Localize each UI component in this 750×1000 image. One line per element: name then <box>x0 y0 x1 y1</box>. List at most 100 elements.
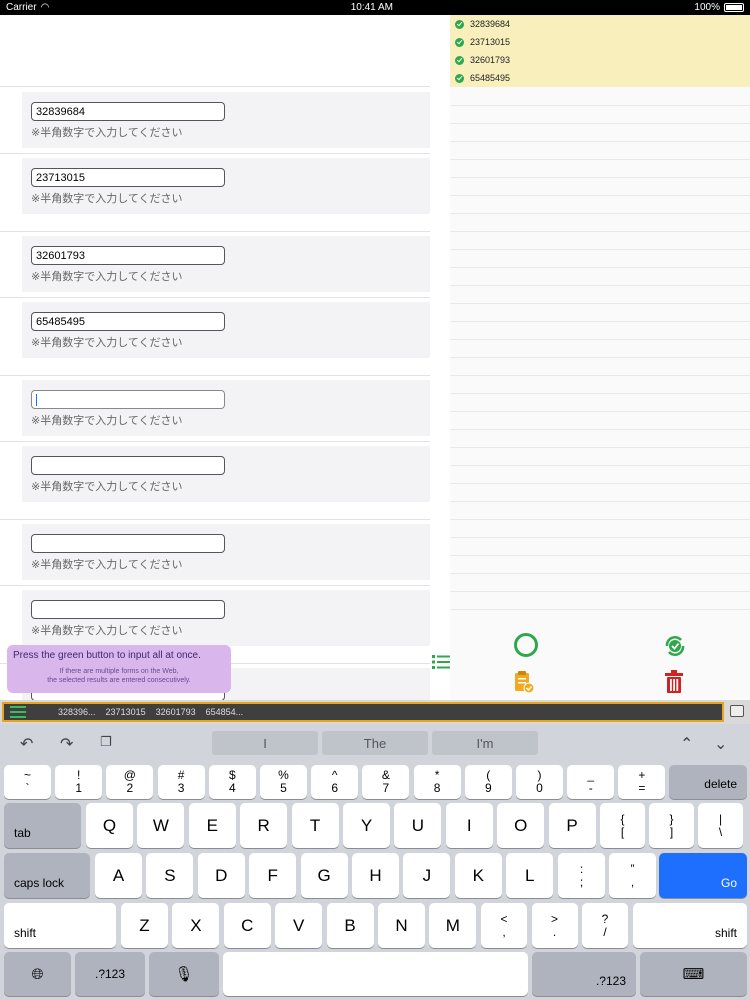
number-key[interactable]: ) 0 <box>516 765 563 799</box>
selected-item[interactable]: 32839684 <box>455 15 510 33</box>
number-input-3[interactable]: 32601793 <box>31 246 225 265</box>
letter-key[interactable]: D <box>197 853 245 898</box>
symbol-key[interactable]: ”, <box>609 853 656 898</box>
suggestion-chip[interactable]: 32601793 <box>156 707 196 717</box>
number-input-4[interactable]: 65485495 <box>31 312 225 331</box>
tab-key[interactable]: tab <box>4 803 81 848</box>
list-row-line <box>450 123 750 124</box>
go-key[interactable]: Go <box>659 853 747 898</box>
letter-key[interactable]: F <box>249 853 297 898</box>
symbol-key[interactable]: | \ <box>698 803 743 848</box>
letter-key[interactable]: P <box>548 803 596 848</box>
list-row-line <box>450 339 750 340</box>
letter-key[interactable]: A <box>95 853 142 898</box>
number-input-5[interactable] <box>31 390 225 409</box>
number-key[interactable]: ^ 6 <box>311 765 359 799</box>
list-icon[interactable] <box>432 654 450 670</box>
symbol-key[interactable]: ? / <box>582 903 628 948</box>
letter-key[interactable]: I <box>445 803 493 848</box>
trash-icon[interactable] <box>664 670 684 694</box>
selected-item[interactable]: 65485495 <box>455 69 510 87</box>
input-all-button[interactable] <box>514 633 538 657</box>
chevron-up-icon[interactable]: ⌃ <box>680 734 693 754</box>
carrier-label: Carrier <box>6 2 37 13</box>
symbol-key[interactable]: {[ <box>600 803 645 848</box>
number-key[interactable]: $4 <box>208 765 256 799</box>
letter-key[interactable]: K <box>454 853 502 898</box>
chevron-down-icon[interactable]: ⌄ <box>714 734 727 754</box>
letter-key[interactable]: E <box>188 803 236 848</box>
input-hint: ※半角数字で入力してください <box>31 127 183 139</box>
letter-key[interactable]: X <box>172 903 220 948</box>
suggestion-chip[interactable]: 328396... <box>58 707 96 717</box>
letter-key[interactable]: W <box>137 803 185 848</box>
number-key[interactable]: * 8 <box>413 765 461 799</box>
word-suggestion[interactable]: The <box>322 731 428 755</box>
number-input-6[interactable] <box>31 456 225 475</box>
letter-key[interactable]: Y <box>343 803 390 848</box>
letter-key[interactable]: Q <box>86 803 133 848</box>
menu-icon[interactable] <box>10 706 26 718</box>
letter-key[interactable]: S <box>146 853 194 898</box>
letter-key[interactable]: V <box>275 903 323 948</box>
letter-key[interactable]: O <box>497 803 545 848</box>
selected-item-label: 32839684 <box>470 19 511 29</box>
number-input-7[interactable] <box>31 534 225 553</box>
undo-icon[interactable]: ↶ <box>20 734 33 754</box>
letter-key[interactable]: J <box>403 853 451 898</box>
numbers-key-right[interactable]: .?123 <box>532 952 636 996</box>
letter-key[interactable]: B <box>326 903 374 948</box>
letter-key[interactable]: U <box>394 803 442 848</box>
keyboard-toggle-icon[interactable] <box>730 705 744 717</box>
numbers-key-left[interactable]: .?123 <box>75 952 145 996</box>
key-labels: $4 <box>229 769 236 795</box>
number-key[interactable]: + = <box>618 765 666 799</box>
sync-check-icon[interactable] <box>662 633 688 659</box>
delete-key[interactable]: delete <box>669 765 747 799</box>
number-key[interactable]: ~ ` <box>4 765 51 799</box>
caps-lock-key[interactable]: caps lock <box>4 853 90 898</box>
shift-key-right[interactable]: shift <box>633 903 747 948</box>
number-key[interactable]: & 7 <box>362 765 410 799</box>
letter-key[interactable]: R <box>240 803 288 848</box>
key-label-base: 7 <box>382 781 390 795</box>
symbol-key[interactable]: }] <box>649 803 694 848</box>
letter-key[interactable]: L <box>506 853 554 898</box>
letter-key[interactable]: N <box>378 903 425 948</box>
hide-keyboard-key[interactable]: ⌨︎ <box>640 952 747 996</box>
number-input-1[interactable]: 32839684 <box>31 102 225 121</box>
paste-icon[interactable]: ❐ <box>100 734 112 750</box>
number-key[interactable]: (9 <box>464 765 512 799</box>
letter-key[interactable]: T <box>291 803 339 848</box>
word-suggestion[interactable]: I'm <box>432 731 538 755</box>
number-key[interactable]: _ - <box>567 765 615 799</box>
word-suggestion[interactable]: I <box>212 731 318 755</box>
redo-icon[interactable]: ↷ <box>60 734 73 754</box>
clipboard-icon[interactable] <box>513 670 535 694</box>
number-key[interactable]: #3 <box>157 765 205 799</box>
symbol-key[interactable]: <, <box>481 903 527 948</box>
number-key[interactable]: @2 <box>106 765 154 799</box>
letter-key[interactable]: Z <box>121 903 168 948</box>
shift-key-left[interactable]: shift <box>4 903 116 948</box>
suggestion-chip[interactable]: 654854... <box>206 707 244 717</box>
symbol-key[interactable]: >. <box>531 903 578 948</box>
number-key[interactable]: ! 1 <box>55 765 103 799</box>
number-input-2[interactable]: 23713015 <box>31 168 225 187</box>
value-suggestion-strip: 328396... 23713015 32601793 654854... <box>2 702 724 722</box>
symbol-key[interactable]: :; <box>558 853 605 898</box>
globe-key[interactable]: 🌐︎ <box>4 952 71 996</box>
suggestion-chip[interactable]: 23713015 <box>106 707 146 717</box>
number-key[interactable]: % 5 <box>260 765 307 799</box>
list-row-line <box>450 447 750 448</box>
selected-item[interactable]: 23713015 <box>455 33 510 51</box>
selected-item[interactable]: 32601793 <box>455 51 510 69</box>
letter-key[interactable]: M <box>429 903 477 948</box>
key-label: Y <box>360 815 373 835</box>
letter-key[interactable]: C <box>223 903 271 948</box>
letter-key[interactable]: G <box>300 853 348 898</box>
letter-key[interactable]: H <box>352 853 399 898</box>
space-key[interactable] <box>223 952 528 996</box>
number-input-8[interactable] <box>31 600 225 619</box>
dictation-key[interactable]: 🎙︎ <box>149 952 219 996</box>
